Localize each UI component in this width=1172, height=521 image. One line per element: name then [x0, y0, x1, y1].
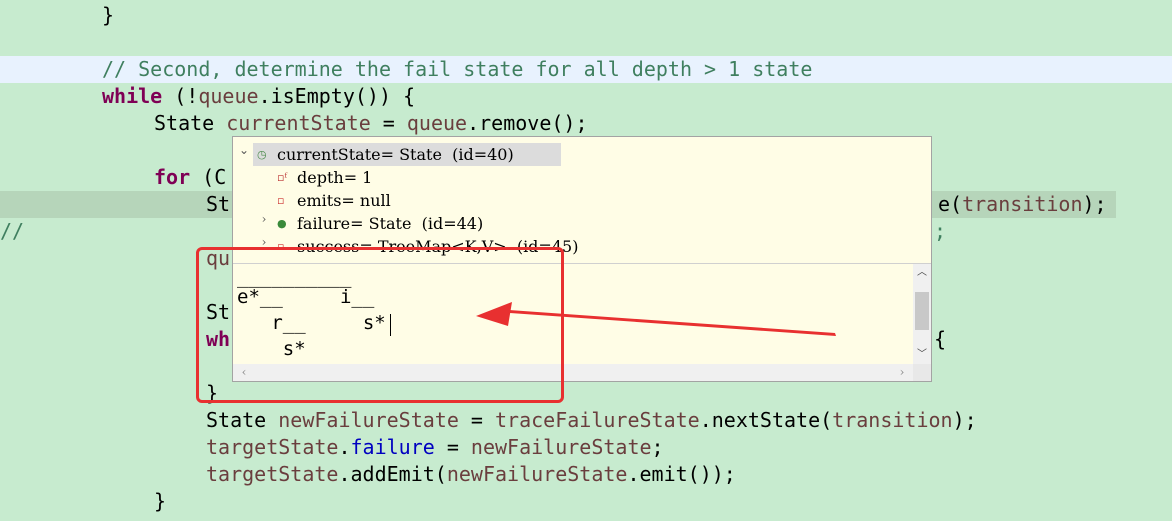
- annotation-arrow: [476, 302, 836, 336]
